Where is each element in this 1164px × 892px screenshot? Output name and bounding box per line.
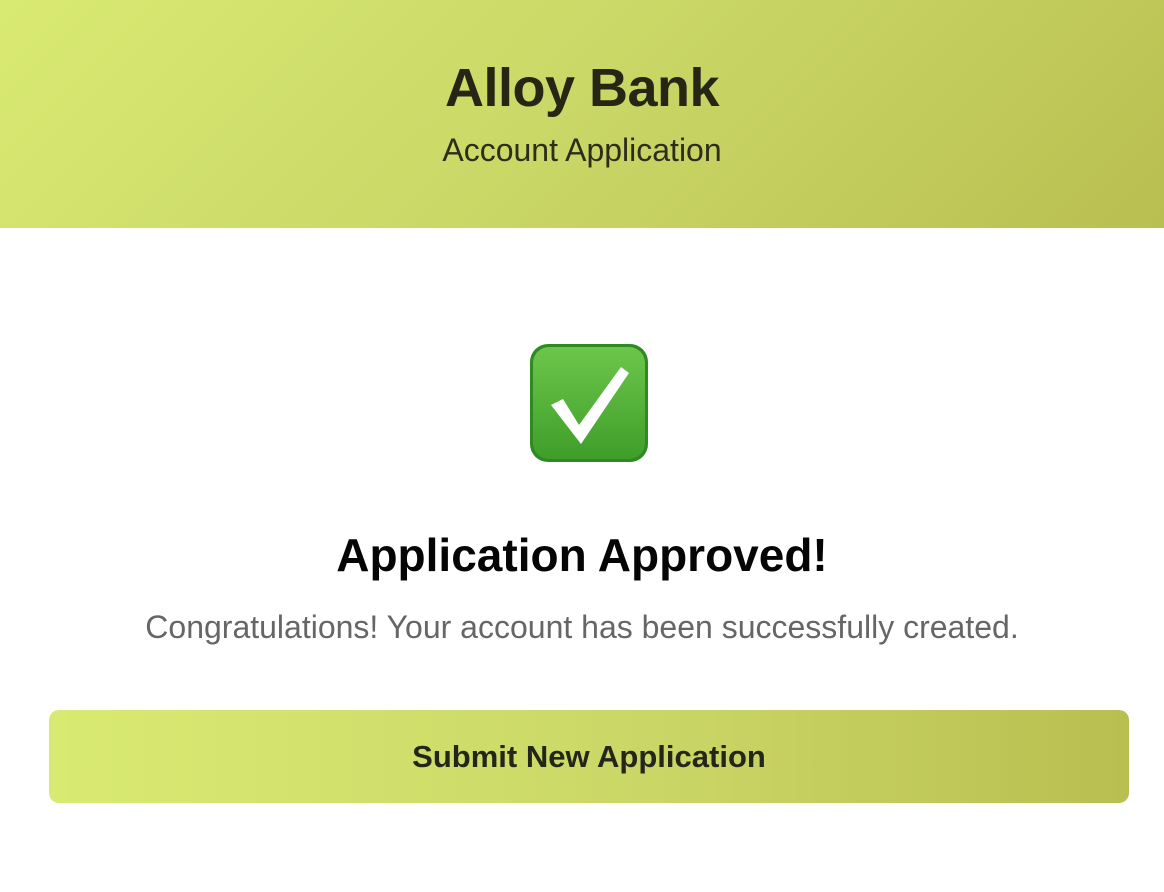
page-header: Alloy Bank Account Application <box>0 0 1164 228</box>
approval-title: Application Approved! <box>336 529 828 581</box>
bank-name: Alloy Bank <box>444 58 720 118</box>
approval-message: Congratulations! Your account has been s… <box>145 609 1019 645</box>
check-mark-icon <box>529 343 649 463</box>
page-subtitle: Account Application <box>442 132 722 168</box>
submit-new-application-button[interactable]: Submit New Application <box>49 710 1129 803</box>
